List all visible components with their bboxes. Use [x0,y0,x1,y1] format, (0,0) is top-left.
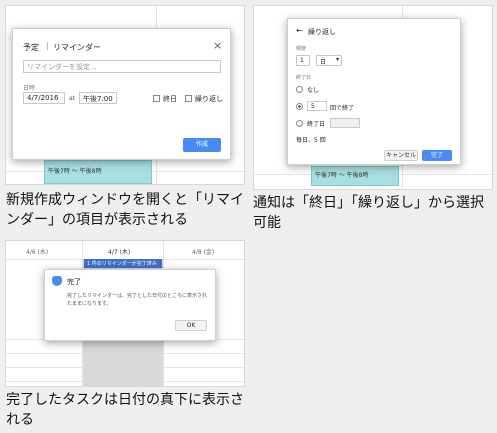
option-date-label: 終了日 [307,121,326,128]
create-dialog: 予定 | リマインダー × リマインダーを設定... 日時 4/7/2016 a… [12,28,231,160]
tab-reminder[interactable]: リマインダー [53,42,101,53]
option-none-label: なし [307,87,320,94]
done-button[interactable]: 完了 [422,150,452,161]
completed-task-chip[interactable]: 1 件のリマインダーが完了済み [84,259,162,268]
back-icon[interactable]: ← [296,26,303,35]
day-header-3: 4/8 (金) [192,249,215,256]
repeat-label: 繰り返し [195,95,223,103]
frequency-unit: 日 [320,59,327,66]
day-header-1: 4/6 (水) [26,249,49,256]
caption-2: 通知は「終日」「繰り返し」から選択可能 [253,195,484,231]
count-input[interactable]: 5 [307,101,327,111]
tab-divider: | [46,41,49,50]
event-time-label: 午後7時 〜 午後8時 [315,172,369,179]
chevron-down-icon: ▾ [335,56,339,63]
ok-button[interactable]: OK [175,320,207,331]
at-label: at [69,95,76,102]
option-count-label: 回で終了 [330,105,355,112]
radio-count[interactable] [296,103,303,110]
frequency-number[interactable]: 1 [296,55,310,66]
event-block[interactable]: 午後7時 〜 午後8時 [44,160,152,184]
close-icon[interactable]: × [213,39,222,52]
tab-event[interactable]: 予定 [23,42,39,53]
reminder-input[interactable]: リマインダーを設定... [23,60,221,73]
screenshot-panel-reminder: 午後7時 〜 午後8時 予定 | リマインダー × リマインダーを設定... 日… [5,5,245,185]
allday-label: 終日 [163,95,177,103]
end-label: 終了日 [296,75,312,81]
screenshot-panel-completed: 4/6 (水) 4/7 (木) 4/8 (金) 1 件のリマインダーが完了済み … [5,240,245,387]
date-label: 日時 [23,85,36,92]
frequency-unit-select[interactable]: 日 ▾ [316,55,342,66]
day-header-2: 4/7 (木) [108,249,131,256]
caption-1: 新規作成ウィンドウを開くと「リマインダー」の項目が表示される [6,192,244,228]
completed-dialog: 完了 完了したリマインダーは、完了とした日付のところに表示されたままになります。… [44,269,216,341]
repeat-checkbox[interactable] [185,95,192,102]
event-time-label: 午後7時 〜 午後8時 [48,168,102,175]
frequency-label: 頻度 [296,46,307,52]
allday-checkbox[interactable] [153,95,160,102]
screenshot-panel-repeat: 午後7時 〜 午後8時 ← 繰り返し 頻度 1 日 ▾ 終了日 なし 5 回で終… [253,5,493,190]
radio-date[interactable] [296,120,303,127]
end-date-input[interactable] [330,118,360,128]
time-field[interactable]: 午後7:00 [79,92,117,104]
dialog-body: 完了したリマインダーは、完了とした日付のところに表示されたままになります。 [67,293,208,307]
radio-none[interactable] [296,86,303,93]
dialog-title: 完了 [67,278,81,286]
task-chip-label: 1 件のリマインダーが完了済み [87,261,157,267]
caption-3: 完了したタスクは日付の真下に表示される [6,392,244,428]
repeat-dialog: ← 繰り返し 頻度 1 日 ▾ 終了日 なし 5 回で終了 終了日 毎日、5 回… [287,18,461,165]
event-block[interactable]: 午後7時 〜 午後8時 [311,166,399,186]
hand-icon [52,276,62,286]
date-field[interactable]: 4/7/2016 [23,92,65,104]
repeat-summary: 毎日、5 回 [296,137,326,144]
cancel-button[interactable]: キャンセル [384,150,418,161]
dialog-title: 繰り返し [308,28,336,36]
create-button[interactable]: 作成 [183,138,221,152]
